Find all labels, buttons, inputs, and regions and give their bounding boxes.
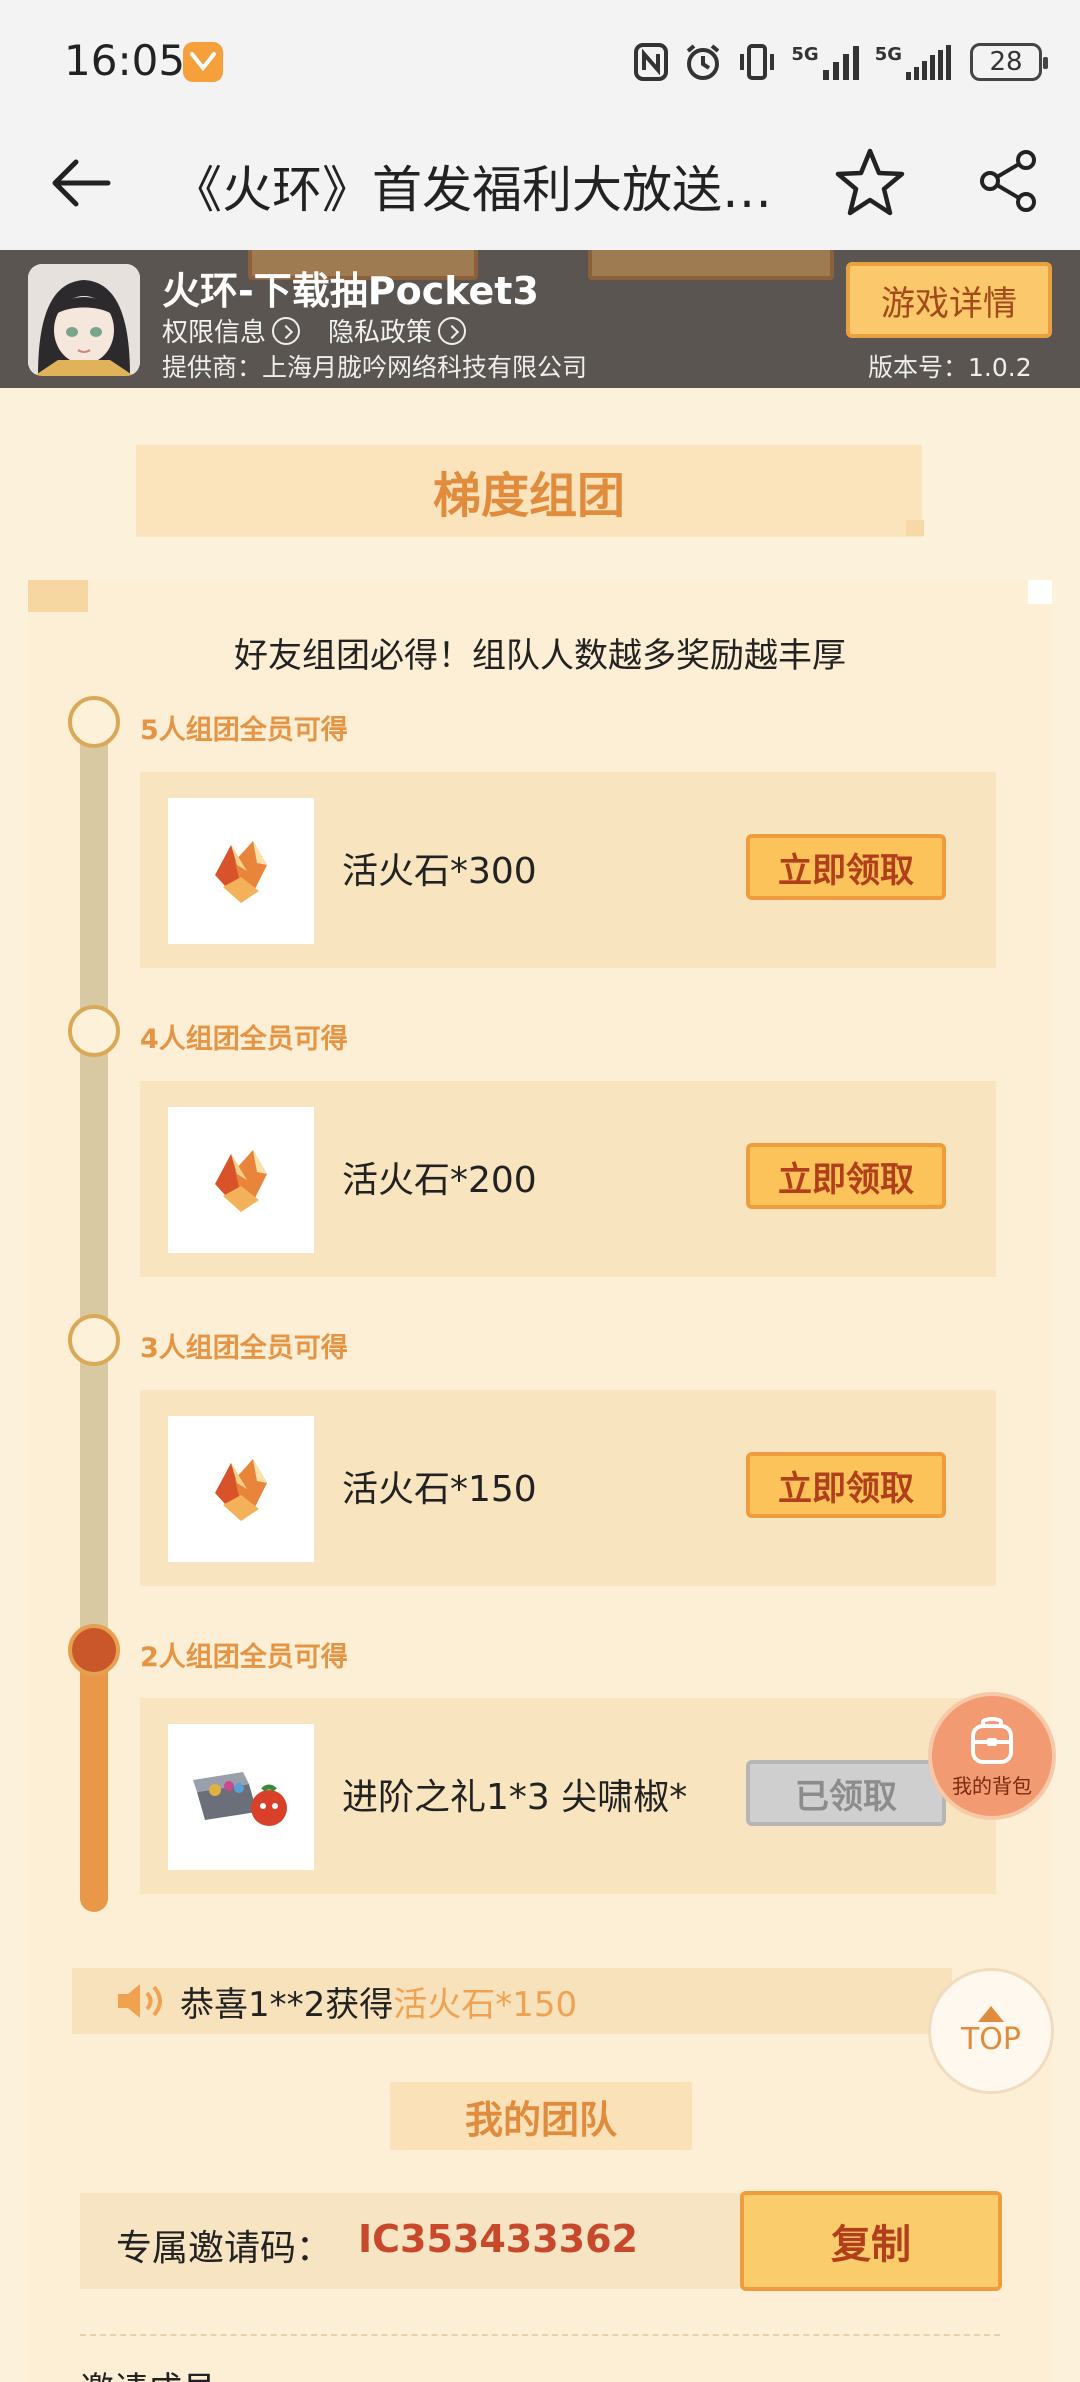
game-detail-button[interactable]: 游戏详情 [846, 262, 1052, 338]
game-links: 权限信息 隐私政策 [162, 312, 467, 349]
reward-name: 活火石*300 [342, 851, 537, 892]
invite-members-label: 邀请成员 [80, 2362, 216, 2382]
invite-code: IC353433362 [358, 2217, 638, 2261]
timeline-node-3 [68, 1314, 120, 1366]
fire-crystal-icon [215, 841, 267, 903]
reward-card: 活火石*150 立即领取 [140, 1390, 996, 1586]
game-provider: 提供商：上海月胧吟网络科技有限公司 [162, 353, 588, 382]
notice-prefix: 恭喜1**2获得 [180, 1984, 394, 2025]
network-label-2: 5G [874, 44, 902, 65]
share-icon[interactable] [976, 148, 1042, 214]
claim-button[interactable]: 立即领取 [746, 834, 946, 900]
team-title: 我的团队 [390, 2082, 692, 2150]
tier-label: 5人组团全员可得 [140, 715, 348, 746]
signal-5g-icon: 5G [791, 44, 860, 80]
speaker-icon [118, 1984, 162, 2018]
section-title: 梯度组团 [136, 445, 922, 537]
tier-label: 3人组团全员可得 [140, 1333, 348, 1364]
permission-link[interactable]: 权限信息 [162, 312, 301, 349]
game-name: 火环-下载抽Pocket3 [162, 269, 539, 313]
game-avatar[interactable] [28, 264, 140, 376]
timeline-progress [80, 1650, 108, 1912]
reward-card: 进阶之礼1*3 尖啸椒* 已领取 [140, 1698, 996, 1894]
my-bag-button[interactable]: 我的背包 [928, 1692, 1056, 1820]
privacy-link-label: 隐私政策 [328, 318, 433, 348]
timeline-node-5 [68, 696, 120, 748]
claim-button[interactable]: 立即领取 [746, 1143, 946, 1209]
permission-link-label: 权限信息 [162, 318, 267, 348]
reward-card: 活火石*300 立即领取 [140, 772, 996, 968]
page-title: 《火环》首发福利大放送… [172, 161, 772, 219]
notice-highlight: 活火石*150 [393, 1984, 578, 2025]
privacy-link[interactable]: 隐私政策 [328, 312, 467, 349]
back-arrow-icon[interactable] [46, 148, 116, 218]
copy-button[interactable]: 复制 [740, 2191, 1002, 2291]
game-version: 版本号：1.0.2 [868, 353, 1032, 382]
reward-thumbnail [168, 1724, 314, 1870]
chevron-right-icon-2 [438, 316, 467, 345]
invite-row: 专属邀请码： IC353433362 复制 [80, 2191, 1002, 2291]
pixel-corner-2 [1028, 580, 1052, 604]
reward-card: 活火石*200 立即领取 [140, 1081, 996, 1277]
reward-thumbnail [168, 798, 314, 944]
signal-5g-icon-2: 5G [875, 44, 956, 80]
alarm-icon [687, 44, 720, 80]
reward-name: 进阶之礼1*3 尖啸椒* [342, 1777, 688, 1818]
invite-label: 专属邀请码： [116, 2228, 333, 2269]
claimed-button: 已领取 [746, 1760, 946, 1826]
nav-bar: 《火环》首发福利大放送… [0, 120, 1080, 250]
scroll-top-button[interactable]: TOP [928, 1968, 1054, 2094]
gift-chest-icon [193, 1772, 287, 1826]
vibrate-icon [740, 44, 775, 80]
game-info-bar: 火环-下载抽Pocket3 权限信息 隐私政策 提供商：上海月胧吟网络科技有限公… [0, 250, 1080, 388]
reward-thumbnail [168, 1107, 314, 1253]
battery-level: 28 [989, 47, 1023, 77]
timeline-node-2 [68, 1624, 120, 1676]
backpack-icon [971, 1716, 1013, 1764]
chevron-right-icon [272, 316, 301, 345]
section-subtitle: 好友组团必得！组队人数越多奖励越丰厚 [234, 636, 846, 676]
network-label: 5G [791, 44, 819, 65]
pixel-decoration-2 [906, 520, 924, 536]
my-bag-label: 我的背包 [952, 1773, 1032, 1798]
pixel-corner [28, 580, 88, 612]
caret-up-icon [978, 2005, 1004, 2022]
fire-crystal-icon [215, 1459, 267, 1521]
reward-name: 活火石*200 [342, 1160, 537, 1201]
nfc-icon [634, 43, 669, 81]
status-icons: 5G 5G 28 [633, 40, 1048, 84]
reward-thumbnail [168, 1416, 314, 1562]
timeline-node-4 [68, 1005, 120, 1057]
tier-label: 2人组团全员可得 [140, 1642, 348, 1673]
win-notice: 恭喜1**2获得 活火石*150 [72, 1968, 952, 2034]
claim-button[interactable]: 立即领取 [746, 1452, 946, 1518]
background-decoration-2 [588, 250, 834, 280]
fire-crystal-icon [215, 1150, 267, 1212]
status-time: 16:05 [64, 36, 186, 85]
status-bar: 16:05 5G 5G 28 [0, 0, 1080, 120]
battery-icon: 28 [970, 43, 1048, 81]
app-notification-icon [183, 42, 223, 82]
star-icon[interactable] [832, 145, 908, 221]
tier-label: 4人组团全员可得 [140, 1024, 348, 1055]
scroll-top-label: TOP [960, 2021, 1022, 2057]
reward-name: 活火石*150 [342, 1469, 537, 1510]
divider [80, 2334, 1000, 2336]
